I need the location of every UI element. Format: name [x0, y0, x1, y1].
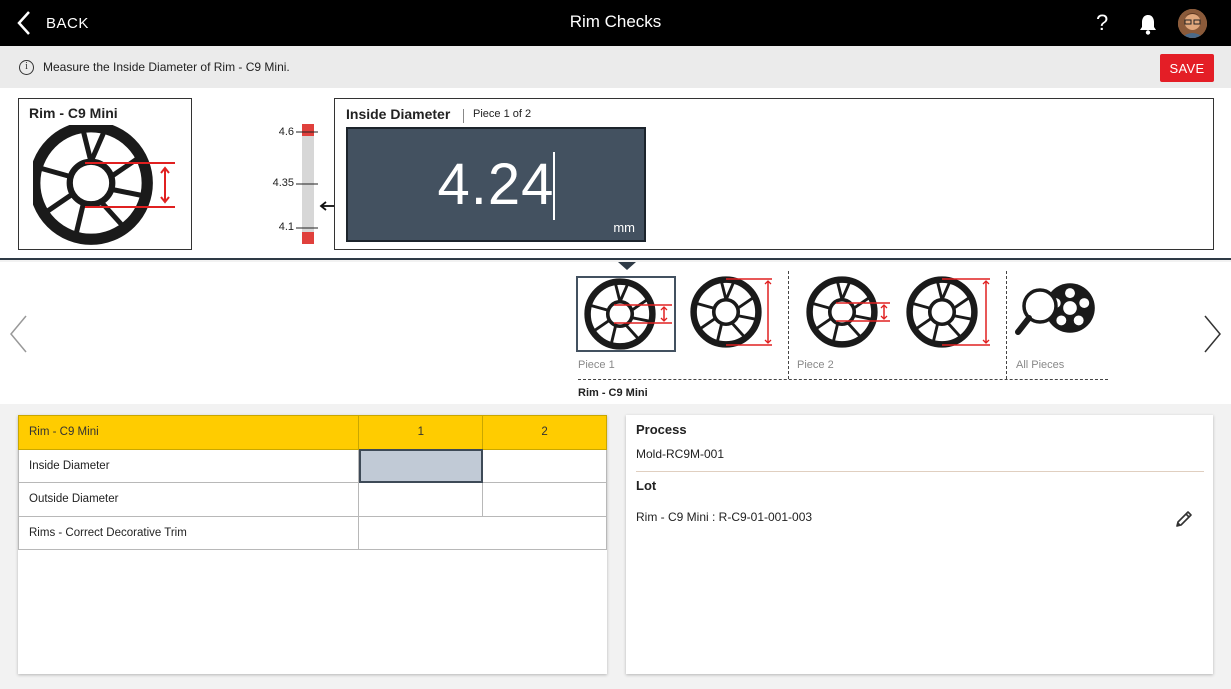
measurement-panel: Rim - C9 Mini 4.6 4.35 4.1 Inside Diamet… — [0, 88, 1231, 260]
save-button[interactable]: SAVE — [1160, 54, 1214, 82]
table-row: Rims - Correct Decorative Trim — [17, 515, 607, 550]
process-label: Process — [636, 422, 687, 437]
part-card: Rim - C9 Mini — [18, 98, 192, 250]
measurement-value[interactable]: 4.24 — [348, 151, 644, 218]
details-card: Process Mold-RC9M-001 Lot Rim - C9 Mini … — [626, 415, 1213, 674]
cell-outside-diameter-piece1[interactable] — [358, 482, 484, 517]
gauge-upper-limit: 4.6 — [278, 126, 294, 138]
table-row: Outside Diameter — [17, 482, 607, 517]
pencil-icon[interactable] — [1174, 509, 1194, 529]
piece1-label: Piece 1 — [578, 359, 615, 371]
measurement-input[interactable]: 4.24 mm — [346, 127, 646, 242]
table-header-piece2[interactable]: 2 — [482, 415, 607, 450]
reading-panel: Inside Diameter Piece 1 of 2 4.24 mm — [334, 98, 1214, 250]
instruction-bar: i Measure the Inside Diameter of Rim - C… — [0, 46, 1231, 88]
app-header: BACK Rim Checks ? — [0, 0, 1231, 46]
tolerance-gauge: 4.6 4.35 4.1 — [262, 122, 342, 248]
lot-label: Lot — [636, 478, 657, 493]
group-separator — [1006, 271, 1007, 379]
measurement-title: Inside Diameter — [346, 106, 451, 122]
part-name: Rim - C9 Mini — [29, 105, 118, 121]
help-icon[interactable]: ? — [1096, 10, 1108, 36]
thumb-piece2-inside-diameter[interactable] — [798, 276, 898, 352]
bell-icon[interactable] — [1138, 13, 1158, 35]
chevron-left-icon[interactable] — [8, 314, 28, 354]
table-header-piece1[interactable]: 1 — [358, 415, 484, 450]
all-pieces-label: All Pieces — [1016, 359, 1065, 371]
cell-inside-diameter-piece1[interactable] — [358, 448, 484, 483]
cell-inside-diameter-piece2[interactable] — [482, 448, 607, 483]
piece2-label: Piece 2 — [797, 359, 834, 371]
lot-value: Rim - C9 Mini : R-C9-01-001-003 — [636, 510, 813, 524]
results-table-card: Rim - C9 Mini 1 2 Inside Diameter Outsid… — [17, 415, 607, 674]
thumb-piece1-inside-diameter[interactable] — [576, 276, 676, 352]
piece-carousel: Piece 1 Piece 2 All Pieces Rim - C9 Mini — [0, 262, 1231, 404]
gauge-nominal: 4.35 — [272, 177, 294, 189]
rim-inside-diameter-icon — [33, 125, 175, 245]
group-separator — [788, 271, 789, 379]
text-caret — [553, 152, 555, 220]
table-row: Inside Diameter — [17, 448, 607, 483]
group-underline — [578, 379, 1108, 380]
cell-outside-diameter-piece2[interactable] — [482, 482, 607, 517]
thumb-all-pieces[interactable] — [1012, 276, 1112, 352]
instruction-text: Measure the Inside Diameter of Rim - C9 … — [43, 60, 290, 74]
chevron-right-icon[interactable] — [1203, 314, 1223, 354]
info-icon: i — [19, 60, 34, 75]
measurement-unit: mm — [613, 220, 635, 235]
page-title: Rim Checks — [569, 12, 662, 31]
process-value: Mold-RC9M-001 — [636, 447, 725, 461]
row-label: Rims - Correct Decorative Trim — [17, 515, 360, 550]
cell-decorative-trim[interactable] — [358, 515, 607, 550]
divider — [636, 471, 1204, 472]
thumb-piece1-outside-diameter[interactable] — [684, 276, 784, 352]
row-label: Inside Diameter — [17, 448, 360, 483]
row-label: Outside Diameter — [17, 482, 360, 517]
carousel-part-name: Rim - C9 Mini — [578, 387, 648, 399]
thumb-piece2-outside-diameter[interactable] — [902, 276, 1002, 352]
divider — [463, 109, 464, 123]
piece-counter: Piece 1 of 2 — [473, 108, 532, 120]
gauge-lower-limit: 4.1 — [278, 221, 294, 233]
avatar[interactable] — [1178, 9, 1207, 38]
table-header-row: Rim - C9 Mini 1 2 — [17, 415, 607, 450]
selection-pointer-icon — [618, 262, 636, 270]
results-table: Rim - C9 Mini 1 2 Inside Diameter Outsid… — [17, 415, 607, 550]
table-header-part: Rim - C9 Mini — [17, 415, 360, 450]
